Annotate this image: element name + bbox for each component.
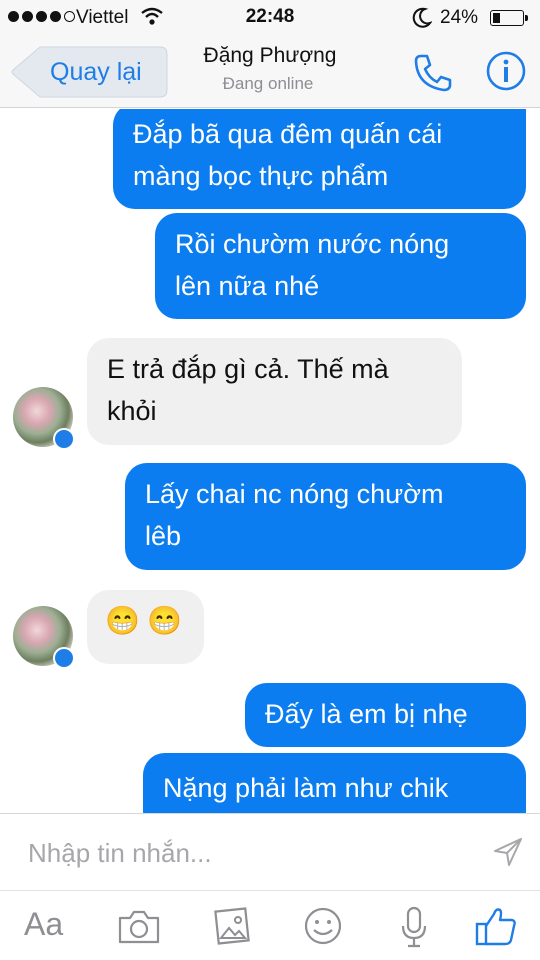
contact-status: Đang online: [222, 74, 314, 93]
message-bubble-outgoing[interactable]: Nặng phải làm như chik: [143, 753, 526, 813]
conversation-header: Quay lại Đặng Phượng Đang online: [0, 36, 540, 108]
emoji-icon[interactable]: [302, 902, 344, 950]
messenger-screen: Viettel 22:48 24% Quay lại Đặng Phượng Đ…: [0, 0, 540, 960]
message-thread[interactable]: Đắp bã qua đêm quấn cái màng bọc thực ph…: [0, 109, 540, 813]
message-line: Nặng phải làm như chik: [163, 773, 449, 803]
status-bar: Viettel 22:48 24%: [0, 0, 540, 36]
grinning-emoji: 😁: [147, 605, 183, 636]
grinning-emoji: 😁: [105, 605, 140, 636]
battery-level-fill: [492, 12, 500, 23]
message-bubble-outgoing[interactable]: Rồi chườm nước nóng lên nữa nhé: [155, 213, 526, 319]
message-line: lêb: [145, 521, 182, 551]
message-bubble-outgoing[interactable]: Đấy là em bị nhẹ: [245, 683, 526, 747]
message-line: Rồi chườm nước nóng: [175, 229, 450, 259]
messenger-badge-icon: [53, 647, 75, 669]
message-bubble-outgoing[interactable]: Lấy chai nc nóng chườm lêb: [125, 463, 526, 570]
message-line: Đấy là em bị nhẹ: [265, 699, 468, 729]
messenger-badge-icon: [53, 428, 75, 450]
message-line: màng bọc thực phẩm: [133, 161, 389, 191]
contact-name: Đặng Phượng: [203, 44, 337, 67]
message-line: Lấy chai nc nóng chườm: [145, 479, 444, 509]
info-icon[interactable]: [485, 50, 527, 92]
message-bubble-incoming[interactable]: E trả đắp gì cả. Thế mà khỏi: [87, 338, 462, 445]
battery-percent: 24%: [440, 7, 479, 28]
composer: Nhập tin nhắn... Aa: [0, 813, 540, 960]
phone-icon[interactable]: [412, 52, 454, 92]
battery-tip: [525, 15, 528, 21]
message-line: E trả đắp gì cả. Thế mà: [107, 354, 389, 384]
camera-icon[interactable]: [117, 902, 161, 950]
battery-icon: [490, 10, 524, 26]
microphone-icon[interactable]: [399, 902, 429, 950]
message-bubble-incoming[interactable]: 😁 😁: [87, 590, 204, 664]
font-button[interactable]: Aa: [24, 906, 63, 943]
send-icon[interactable]: [492, 836, 524, 868]
message-bubble-outgoing[interactable]: Đắp bã qua đêm quấn cái màng bọc thực ph…: [113, 109, 526, 209]
moon-icon: [412, 7, 432, 28]
message-line: Đắp bã qua đêm quấn cái: [133, 119, 443, 149]
message-input-placeholder: Nhập tin nhắn...: [28, 838, 212, 868]
like-icon[interactable]: [474, 902, 518, 950]
message-line: lên nữa nhé: [175, 271, 320, 301]
message-input[interactable]: Nhập tin nhắn...: [0, 814, 540, 891]
photo-icon[interactable]: [211, 902, 251, 950]
message-line: khỏi: [107, 396, 157, 426]
